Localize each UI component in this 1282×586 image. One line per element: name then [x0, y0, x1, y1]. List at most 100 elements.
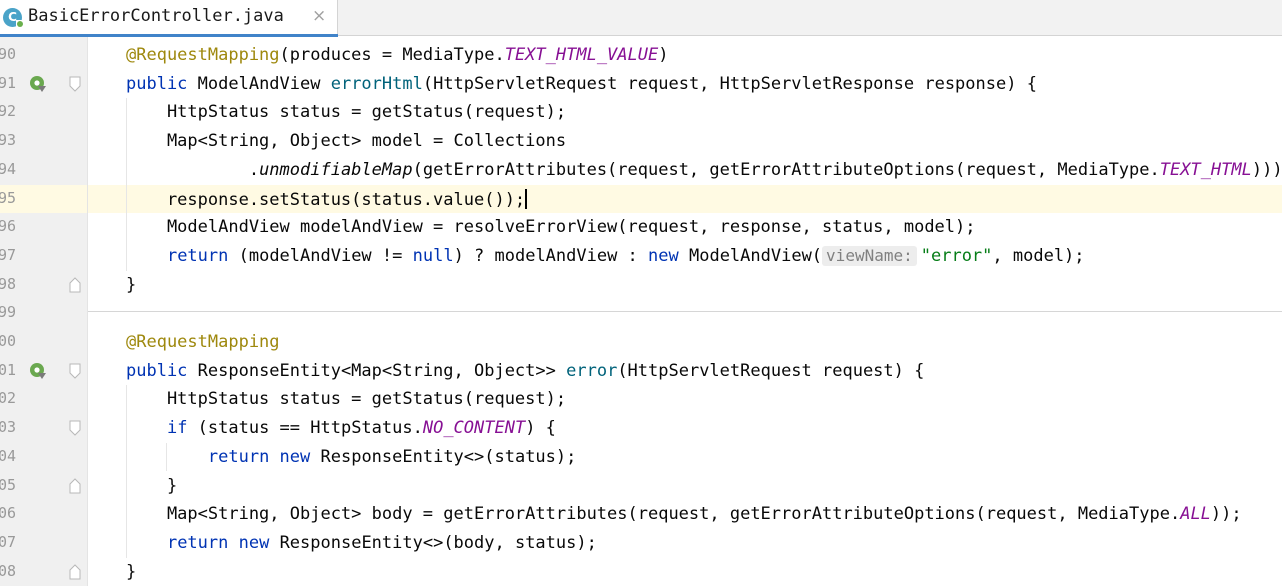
code-line[interactable]: 99 [0, 299, 1282, 328]
indent-guide [126, 98, 127, 271]
code-line[interactable]: 06 Map<String, Object> body = getErrorAt… [0, 500, 1282, 529]
code-text[interactable]: HttpStatus status = getStatus(request); [126, 102, 566, 122]
code-line[interactable]: 08} [0, 558, 1282, 586]
code-text[interactable]: @RequestMapping(produces = MediaType.TEX… [126, 45, 668, 65]
code-token: Map<String, Object> model = Collections [126, 131, 567, 152]
code-token: } [126, 475, 178, 496]
code-text[interactable]: public ResponseEntity<Map<String, Object… [126, 361, 924, 381]
tab-label[interactable]: BasicErrorController.java [28, 6, 284, 26]
code-line[interactable]: 92 HttpStatus status = getStatus(request… [0, 98, 1282, 127]
line-number: 07 [0, 532, 17, 551]
code-text[interactable]: public ModelAndView errorHtml(HttpServle… [126, 74, 1037, 94]
code-token: return [166, 532, 239, 553]
code-token: response.setStatus(status.value()); [126, 189, 526, 210]
indent-guide [166, 442, 167, 472]
code-line[interactable]: 01 public ResponseEntity<Map<String, Obje… [0, 357, 1282, 386]
code-text[interactable]: .unmodifiableMap(getErrorAttributes(requ… [126, 160, 1282, 180]
code-line[interactable]: 04 return new ResponseEntity<>(status); [0, 443, 1282, 472]
text-caret [525, 188, 528, 209]
line-number: 04 [0, 446, 17, 465]
code-line[interactable]: 03 if (status == HttpStatus.NO_CONTENT) … [0, 414, 1282, 443]
code-line[interactable]: 91 public ModelAndView errorHtml(HttpServ… [0, 70, 1282, 99]
code-line[interactable]: 97 return (modelAndView != null) ? model… [0, 242, 1282, 271]
line-number: 99 [0, 303, 17, 322]
code-text[interactable]: return new ResponseEntity<>(body, status… [126, 533, 597, 553]
line-number: 98 [0, 274, 17, 293]
code-line[interactable]: 05 } [0, 472, 1282, 501]
close-icon[interactable]: × [312, 6, 326, 26]
code-text[interactable]: } [126, 562, 136, 582]
indent-guide [126, 385, 127, 558]
code-line[interactable]: 95 response.setStatus(status.value()); [0, 184, 1282, 214]
code-token: ))); [1251, 159, 1282, 180]
line-number: 91 [0, 73, 17, 92]
code-line[interactable]: 90 @RequestMapping(produces = MediaType.T… [0, 41, 1282, 70]
code-line[interactable]: 93 Map<String, Object> model = Collectio… [0, 127, 1282, 156]
code-token: } [126, 561, 137, 582]
code-line[interactable]: 00 @RequestMapping [0, 328, 1282, 357]
code-token: error [566, 360, 618, 381]
code-token: HttpStatus status = getStatus(request); [126, 389, 567, 410]
code-token: ALL [1180, 504, 1211, 525]
line-number: 92 [0, 102, 17, 121]
code-text[interactable]: return new ResponseEntity<>(status); [126, 447, 576, 467]
code-text[interactable]: @RequestMapping [126, 332, 280, 352]
method-separator [88, 311, 1282, 312]
code-token: (getErrorAttributes(request, getErrorAtt… [412, 159, 1160, 180]
code-token: )); [1210, 504, 1242, 525]
line-number: 97 [0, 245, 17, 264]
code-line[interactable]: 02 HttpStatus status = getStatus(request… [0, 385, 1282, 414]
code-token: TEXT_HTML_VALUE [504, 45, 659, 65]
fold-start-icon[interactable] [69, 420, 81, 436]
fold-end-icon[interactable] [69, 477, 81, 494]
code-token: , model); [992, 245, 1085, 266]
code-token: ) [658, 45, 669, 65]
fold-end-icon[interactable] [69, 563, 81, 580]
implements-method-icon[interactable] [29, 75, 47, 93]
code-line[interactable]: 07 return new ResponseEntity<>(body, sta… [0, 529, 1282, 558]
code-token: if [166, 418, 198, 439]
code-token: ModelAndView( [688, 245, 823, 266]
code-line[interactable]: 98} [0, 271, 1282, 300]
implements-method-icon[interactable] [29, 362, 47, 380]
code-editor[interactable]: 90 @RequestMapping(produces = MediaType.T… [0, 37, 1282, 586]
code-line[interactable]: 94 .unmodifiableMap(getErrorAttributes(r… [0, 156, 1282, 185]
fold-start-icon[interactable] [69, 363, 81, 379]
code-token: (produces = MediaType. [279, 45, 505, 65]
code-text[interactable]: HttpStatus status = getStatus(request); [126, 389, 566, 409]
code-text[interactable]: return (modelAndView != null) ? modelAnd… [126, 245, 1085, 266]
code-text[interactable]: } [126, 275, 136, 295]
line-number: 00 [0, 332, 17, 350]
code-token: return [207, 446, 280, 467]
code-token: new [648, 245, 689, 266]
editor-tab[interactable]: C BasicErrorController.java × [0, 0, 338, 37]
line-number: 06 [0, 504, 17, 523]
class-badge-icon [16, 20, 24, 28]
code-token: ModelAndView modelAndView = resolveError… [126, 217, 976, 238]
code-token: } [126, 274, 137, 295]
code-text[interactable]: response.setStatus(status.value()); [126, 188, 528, 210]
code-text[interactable]: if (status == HttpStatus.NO_CONTENT) { [126, 418, 556, 438]
code-token: ResponseEntity<>(status); [320, 446, 577, 467]
code-token: ) ? modelAndView : [453, 245, 649, 266]
code-text[interactable]: Map<String, Object> model = Collections [126, 131, 566, 151]
line-number: 90 [0, 45, 17, 63]
code-token: null [412, 245, 454, 266]
code-token: @RequestMapping [126, 332, 280, 352]
fold-end-icon[interactable] [69, 276, 81, 293]
code-token: ResponseEntity<Map<String, Object>> [197, 360, 567, 381]
code-text[interactable]: ModelAndView modelAndView = resolveError… [126, 217, 976, 237]
code-token: return [166, 245, 239, 266]
fold-start-icon[interactable] [69, 76, 81, 92]
code-text[interactable]: Map<String, Object> body = getErrorAttri… [126, 504, 1242, 524]
line-number: 01 [0, 360, 17, 379]
code-token: (modelAndView != [238, 245, 413, 266]
code-line[interactable]: 96 ModelAndView modelAndView = resolveEr… [0, 213, 1282, 242]
code-token: HttpStatus status = getStatus(request); [126, 102, 567, 123]
line-number: 94 [0, 159, 17, 178]
code-token: new [238, 532, 280, 553]
code-text[interactable]: } [126, 476, 177, 496]
code-token: public [126, 73, 198, 94]
